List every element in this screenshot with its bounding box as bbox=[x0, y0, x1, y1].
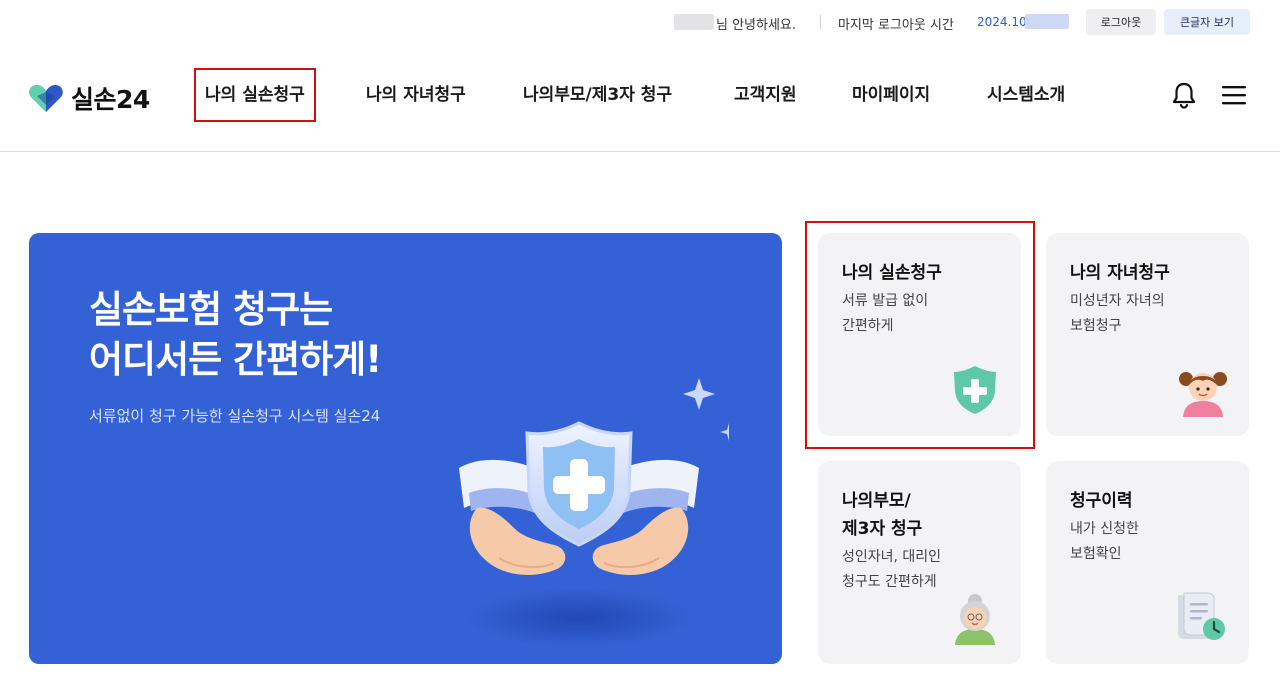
site-header: 실손24 나의 실손청구 나의 자녀청구 나의부모/제3자 청구 고객지원 마이… bbox=[0, 48, 1280, 152]
banner-title-line-1: 실손보험 청구는 bbox=[89, 288, 333, 331]
card-desc-line-1: 내가 신청한 bbox=[1070, 521, 1139, 537]
hands-holding-shield-illustration bbox=[459, 378, 729, 648]
card-title: 나의 자녀청구 bbox=[1070, 263, 1170, 283]
card-claim-history[interactable]: 청구이력 내가 신청한 보험확인 bbox=[1046, 461, 1249, 664]
logo-text: 실손24 bbox=[71, 85, 150, 114]
nav-parent-third-party-claim[interactable]: 나의부모/제3자 청구 bbox=[523, 68, 672, 122]
banner-title: 실손보험 청구는 어디서든 간편하게! bbox=[89, 285, 382, 385]
bell-icon[interactable] bbox=[1169, 80, 1199, 110]
last-logout-label: 마지막 로그아웃 시간 bbox=[838, 18, 954, 33]
nav-my-claim[interactable]: 나의 실손청구 bbox=[194, 68, 316, 122]
masked-date bbox=[1025, 14, 1069, 29]
card-desc-line-2: 보험확인 bbox=[1070, 546, 1122, 562]
masked-username bbox=[674, 14, 714, 30]
divider bbox=[820, 15, 821, 29]
document-clock-icon bbox=[1178, 592, 1225, 640]
card-parent-third-party-claim[interactable]: 나의부모/ 제3자 청구 성인자녀, 대리인 청구도 간편하게 bbox=[818, 461, 1021, 664]
card-desc-line-2: 간편하게 bbox=[842, 318, 894, 334]
nav-customer-support[interactable]: 고객지원 bbox=[734, 68, 797, 122]
card-title: 나의 실손청구 bbox=[842, 263, 942, 283]
shield-plus-icon bbox=[954, 366, 996, 414]
card-title-line-1: 나의부모/ bbox=[842, 491, 911, 511]
card-desc-line-2: 보험청구 bbox=[1070, 318, 1122, 334]
hero-banner: 실손보험 청구는 어디서든 간편하게! 서류없이 청구 가능한 실손청구 시스템… bbox=[29, 233, 782, 664]
banner-subtitle: 서류없이 청구 가능한 실손청구 시스템 실손24 bbox=[89, 407, 381, 425]
nav-child-claim[interactable]: 나의 자녀청구 bbox=[366, 68, 466, 122]
card-title: 청구이력 bbox=[1070, 491, 1133, 511]
card-title-line-2: 제3자 청구 bbox=[842, 519, 923, 539]
menu-icon[interactable] bbox=[1219, 80, 1249, 110]
site-logo[interactable]: 실손24 bbox=[28, 78, 150, 118]
top-utility-bar: 님 안녕하세요. 마지막 로그아웃 시간 2024.10. 로그아웃 큰글자 보… bbox=[0, 8, 1280, 36]
nav-system-intro[interactable]: 시스템소개 bbox=[987, 68, 1065, 122]
last-logout-value: 2024.10. bbox=[977, 15, 1031, 29]
card-desc-line-1: 미성년자 자녀의 bbox=[1070, 293, 1165, 309]
child-icon bbox=[1179, 372, 1227, 417]
card-desc-line-1: 성인자녀, 대리인 bbox=[842, 549, 942, 565]
grandmother-icon bbox=[955, 594, 995, 645]
card-my-claim[interactable]: 나의 실손청구 서류 발급 없이 간편하게 bbox=[818, 233, 1021, 436]
card-desc-line-2: 청구도 간편하게 bbox=[842, 574, 937, 590]
card-child-claim[interactable]: 나의 자녀청구 미성년자 자녀의 보험청구 bbox=[1046, 233, 1249, 436]
heart-logo-icon bbox=[29, 85, 63, 112]
big-text-view-button[interactable]: 큰글자 보기 bbox=[1164, 9, 1250, 35]
logout-button[interactable]: 로그아웃 bbox=[1086, 9, 1156, 35]
card-title: 나의부모/ 제3자 청구 bbox=[842, 487, 922, 543]
card-desc-line-1: 서류 발급 없이 bbox=[842, 293, 929, 309]
banner-title-line-2: 어디서든 간편하게! bbox=[89, 338, 382, 381]
greeting-text: 님 안녕하세요. bbox=[716, 18, 797, 33]
nav-my-page[interactable]: 마이페이지 bbox=[852, 68, 930, 122]
